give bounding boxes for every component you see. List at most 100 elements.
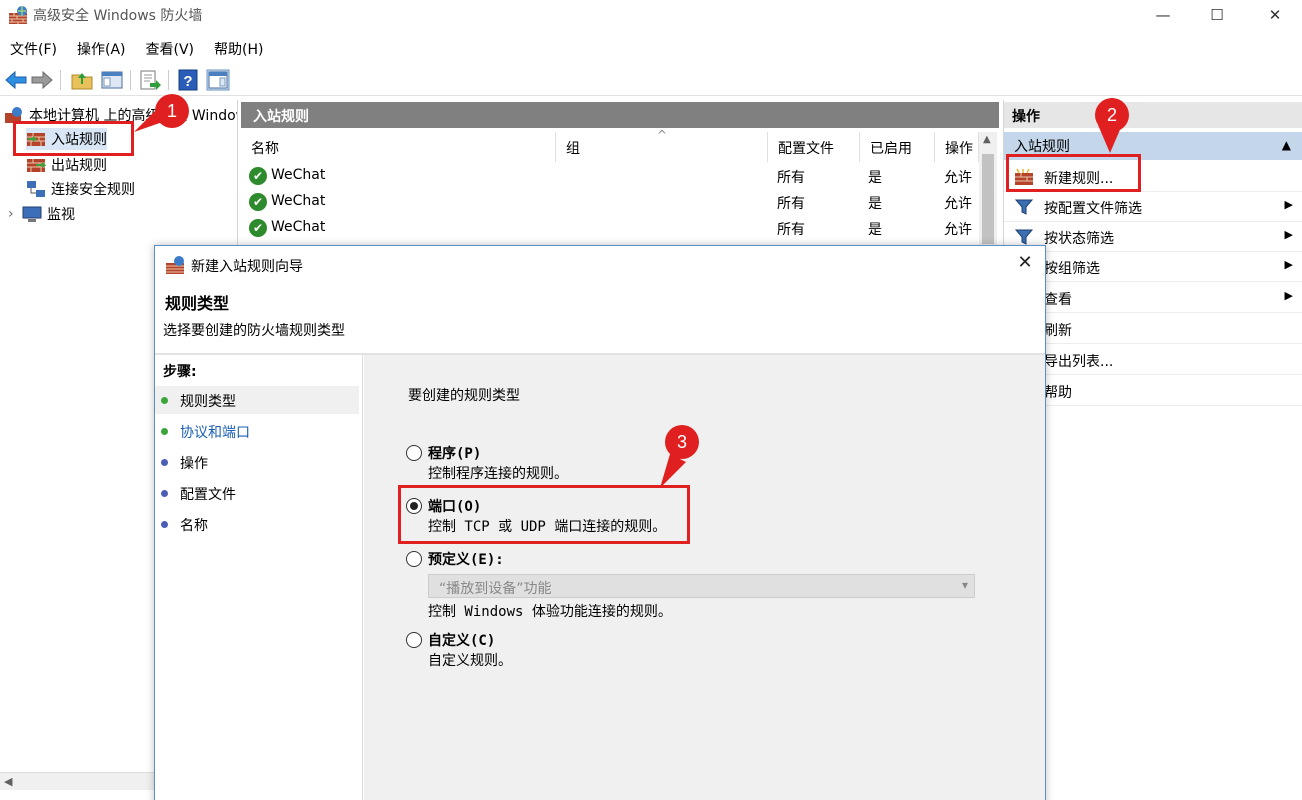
action-label: 帮助 — [1044, 385, 1072, 401]
menu-bar: 文件(F) 操作(A) 查看(V) 帮助(H) — [0, 35, 273, 61]
up-folder-icon[interactable] — [70, 69, 94, 91]
rule-name: WeChat — [271, 219, 326, 235]
option-program-label[interactable]: 程序(P) — [428, 443, 481, 463]
action-label: 查看 — [1044, 292, 1072, 308]
radio-custom[interactable] — [406, 632, 422, 648]
annotation-box-2 — [1006, 154, 1141, 192]
export-list-icon[interactable] — [138, 69, 162, 91]
option-custom-label[interactable]: 自定义(C) — [428, 630, 495, 650]
step-label: 协议和端口 — [180, 425, 250, 441]
tree-item-outbound-rules[interactable]: 出站规则 — [26, 154, 107, 176]
option-predefined-label[interactable]: 预定义(E): — [428, 549, 504, 569]
collapse-icon[interactable]: ▲ — [1282, 138, 1291, 152]
rule-action: 允许 — [944, 196, 972, 212]
rules-panel-header: 入站规则 — [241, 102, 999, 128]
window-title: 高级安全 Windows 防火墙 — [33, 8, 203, 24]
rule-profile: 所有 — [777, 222, 805, 238]
step-rule-type: 规则类型 — [155, 386, 359, 414]
dialog-close-button[interactable]: ✕ — [1013, 252, 1037, 276]
annotation-badge-2: 2 — [1095, 98, 1129, 132]
close-button[interactable]: ✕ — [1252, 0, 1298, 30]
step-pending-icon — [161, 521, 168, 528]
menu-file[interactable]: 文件(F) — [0, 35, 67, 61]
scroll-left-icon[interactable]: ◀ — [4, 775, 12, 788]
action-help[interactable]: 帮助 — [1004, 376, 1302, 406]
rules-vertical-scrollbar[interactable]: ▲ — [979, 132, 997, 252]
filter-icon — [1014, 199, 1034, 215]
action-view[interactable]: 查看 ▶ — [1004, 283, 1302, 313]
rule-enabled: 是 — [868, 196, 882, 212]
rule-name: WeChat — [271, 193, 326, 209]
step-label: 操作 — [180, 456, 208, 472]
action-filter-by-state[interactable]: 按状态筛选 ▶ — [1004, 222, 1302, 252]
menu-action[interactable]: 操作(A) — [67, 35, 136, 61]
help-icon[interactable]: ? — [176, 69, 200, 91]
wizard-steps: 步骤: 规则类型 协议和端口 操作 配置文件 名称 — [155, 355, 363, 800]
step-done-icon — [161, 428, 168, 435]
forward-arrow-icon[interactable] — [30, 69, 54, 91]
back-arrow-icon[interactable] — [4, 69, 28, 91]
action-label: 按状态筛选 — [1044, 231, 1114, 247]
monitor-icon — [22, 206, 42, 222]
radio-predefined[interactable] — [406, 551, 422, 567]
column-header-name[interactable]: 名称 — [241, 132, 556, 162]
tree-item-monitoring[interactable]: › 监视 — [8, 203, 75, 225]
step-protocol-and-ports[interactable]: 协议和端口 — [155, 417, 359, 445]
step-name: 名称 — [155, 510, 359, 538]
steps-title: 步骤: — [163, 364, 197, 380]
rule-name: WeChat — [271, 167, 326, 183]
firewall-icon — [166, 256, 184, 274]
option-custom-desc: 自定义规则。 — [428, 653, 512, 669]
show-hide-tree-icon[interactable] — [100, 69, 124, 91]
dialog-title: 新建入站规则向导 — [191, 259, 303, 275]
predefined-select-value: “播放到设备”功能 — [439, 581, 552, 597]
svg-text:?: ? — [183, 73, 192, 90]
predefined-select: “播放到设备”功能 ▾ — [428, 574, 975, 598]
scrollbar-thumb[interactable] — [982, 154, 994, 244]
action-export-list[interactable]: 导出列表... — [1004, 345, 1302, 375]
step-pending-icon — [161, 459, 168, 466]
action-label: 按组筛选 — [1044, 261, 1100, 277]
table-row[interactable]: ✔ WeChat 所有 是 允许 — [241, 189, 981, 215]
expand-chevron-icon[interactable]: › — [8, 206, 22, 222]
option-predefined-desc: 控制 Windows 体验功能连接的规则。 — [428, 604, 672, 620]
sort-ascending-icon: ^ — [657, 128, 668, 142]
connection-security-icon — [27, 181, 45, 197]
rules-column-headers: 名称 组 ^ 配置文件 已启用 操作 — [241, 128, 999, 162]
minimize-button[interactable]: — — [1140, 0, 1186, 30]
actions-section-label: 入站规则 — [1014, 139, 1070, 155]
radio-program[interactable] — [406, 445, 422, 461]
rule-type-prompt: 要创建的规则类型 — [408, 388, 520, 404]
table-row[interactable]: ✔ WeChat 所有 是 允许 — [241, 163, 981, 189]
menu-help[interactable]: 帮助(H) — [204, 35, 273, 61]
menu-view[interactable]: 查看(V) — [136, 35, 205, 61]
filter-icon — [1014, 229, 1034, 245]
table-row[interactable]: ✔ WeChat 所有 是 允许 — [241, 215, 981, 241]
check-icon: ✔ — [249, 219, 267, 237]
annotation-badge-1: 1 — [155, 94, 189, 128]
tree-item-label: 监视 — [47, 207, 75, 223]
dialog-titlebar: 新建入站规则向导 ✕ — [155, 246, 1045, 284]
outbound-rules-icon — [27, 159, 46, 172]
column-header-action[interactable]: 操作 — [935, 132, 979, 162]
action-filter-by-group[interactable]: 按组筛选 ▶ — [1004, 252, 1302, 282]
show-action-pane-icon[interactable] — [206, 69, 230, 91]
scroll-up-icon[interactable]: ▲ — [983, 134, 991, 145]
wizard-content: 要创建的规则类型 程序(P) 控制程序连接的规则。 端口(O) 控制 TCP 或… — [364, 355, 1045, 800]
column-header-profile[interactable]: 配置文件 — [768, 132, 860, 162]
annotation-box-1 — [13, 121, 134, 156]
tree-item-label: 出站规则 — [51, 158, 107, 174]
maximize-button[interactable]: ☐ — [1194, 0, 1240, 30]
column-header-enabled[interactable]: 已启用 — [860, 132, 935, 162]
annotation-box-3 — [398, 485, 690, 544]
chevron-down-icon: ▾ — [961, 578, 968, 592]
actions-panel: 操作 入站规则 ▲ 新建规则... 按配置文件筛选 ▶ 按状态筛选 ▶ 按组筛选… — [1003, 100, 1302, 800]
tree-item-connection-security-rules[interactable]: 连接安全规则 — [26, 178, 135, 200]
action-refresh[interactable]: 刷新 — [1004, 314, 1302, 344]
annotation-badge-3: 3 — [665, 425, 699, 459]
step-label: 配置文件 — [180, 487, 236, 503]
submenu-arrow-icon: ▶ — [1284, 228, 1293, 241]
check-icon: ✔ — [249, 167, 267, 185]
step-action: 操作 — [155, 448, 359, 476]
action-filter-by-profile[interactable]: 按配置文件筛选 ▶ — [1004, 192, 1302, 222]
